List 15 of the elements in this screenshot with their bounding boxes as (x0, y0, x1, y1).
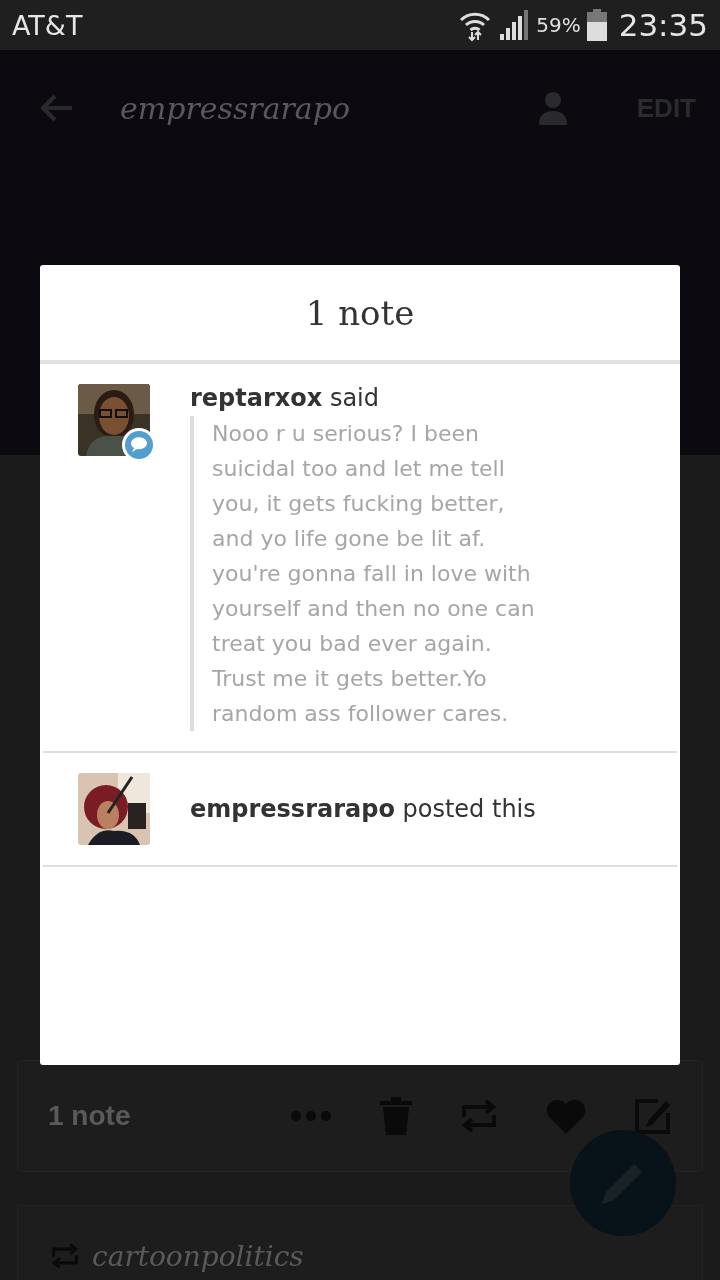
dialog-title: 1 note (305, 292, 415, 333)
reblog-source[interactable]: cartoonpolitics (92, 1239, 304, 1273)
blog-title: empressrarapo (120, 90, 351, 126)
battery-icon (586, 9, 607, 41)
clock-time: 23:35 (618, 7, 708, 43)
notes-count[interactable]: 1 note (48, 1100, 131, 1132)
reply-text: Nooo r u serious? I been suicidal too and let me tell you, it gets fucking better, and yo life gone be lit af. you're gonna fall in love with yourself and then no one can treat you bad ever again. Trust me it gets better.Yo random ass follower cares. (190, 416, 552, 731)
note-byline: reptarxox said (190, 384, 380, 412)
note-byline: empressrarapo posted this (190, 794, 537, 825)
back-arrow-icon[interactable] (40, 93, 74, 123)
comment-badge-icon (122, 428, 156, 462)
person-icon[interactable] (538, 91, 567, 125)
battery-percent: 59% (536, 13, 581, 37)
carrier-name: AT&T (12, 9, 83, 41)
signal-icon (498, 10, 531, 40)
